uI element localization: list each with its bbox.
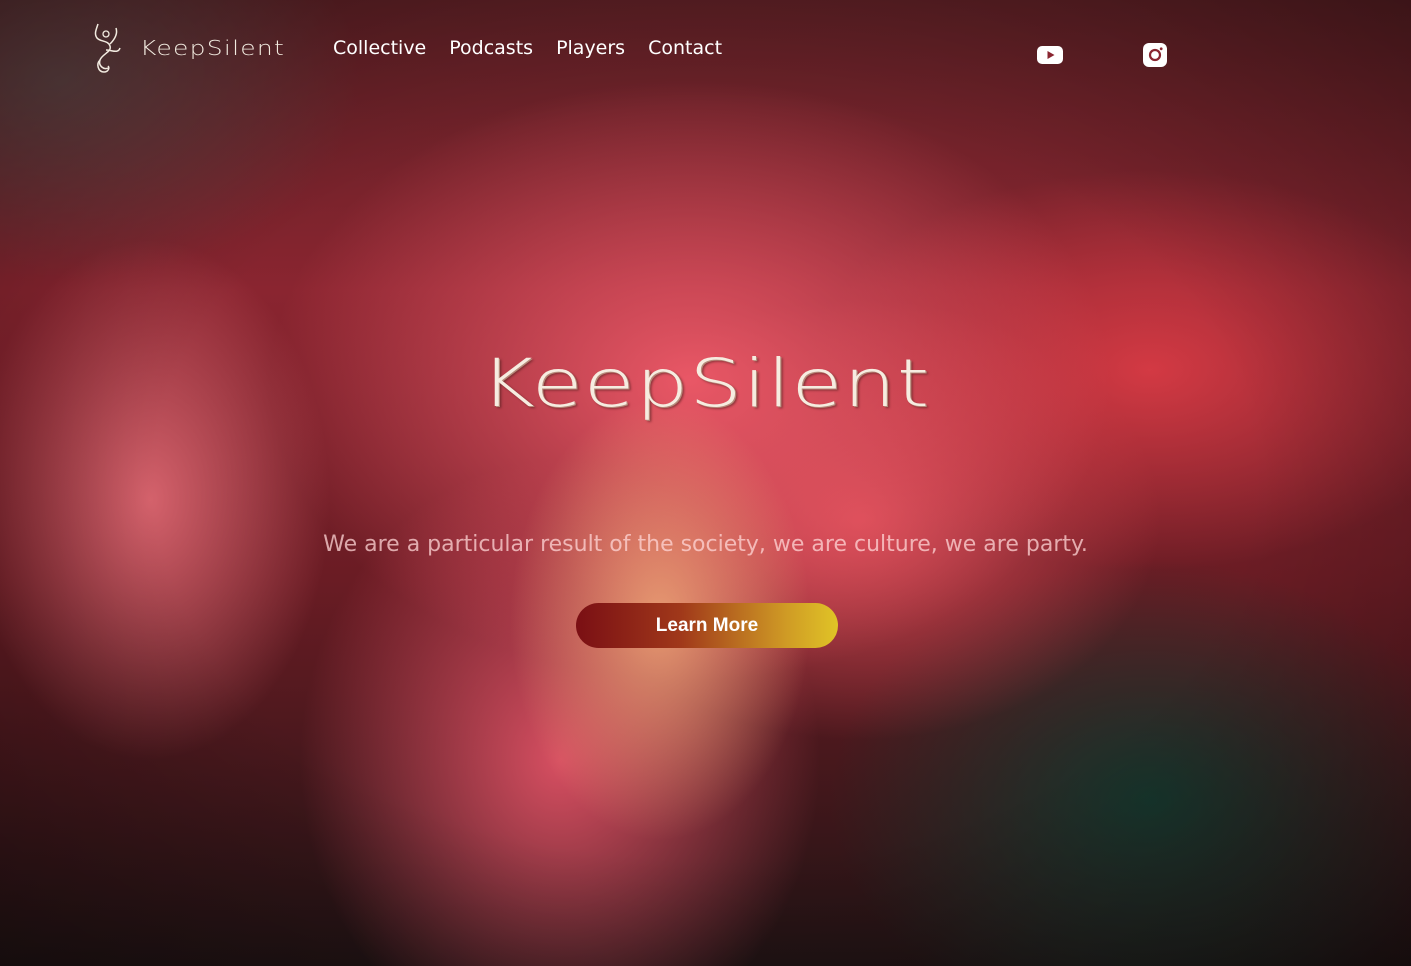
background-vignette <box>0 0 1411 966</box>
nav-item-podcasts[interactable]: Podcasts <box>449 37 533 59</box>
learn-more-button[interactable]: Learn More <box>576 603 838 648</box>
hero-title: KeepSilent <box>480 345 931 422</box>
instagram-icon <box>1143 43 1167 67</box>
logo-mark-icon <box>94 23 121 73</box>
nav-item-contact[interactable]: Contact <box>648 37 722 59</box>
logo-wordmark: KeepSilent <box>140 36 286 60</box>
page: KeepSilent Collective Podcasts Players C… <box>0 0 1411 966</box>
hero-tagline: We are a particular result of the societ… <box>323 532 1088 557</box>
main-nav: Collective Podcasts Players Contact <box>333 37 722 59</box>
youtube-icon <box>1037 46 1063 64</box>
navbar: KeepSilent Collective Podcasts Players C… <box>0 0 1411 100</box>
nav-item-players[interactable]: Players <box>556 37 625 59</box>
youtube-link[interactable] <box>1037 42 1063 68</box>
instagram-link[interactable] <box>1142 42 1168 68</box>
logo-link[interactable]: KeepSilent <box>88 20 284 76</box>
nav-item-collective[interactable]: Collective <box>333 37 426 59</box>
